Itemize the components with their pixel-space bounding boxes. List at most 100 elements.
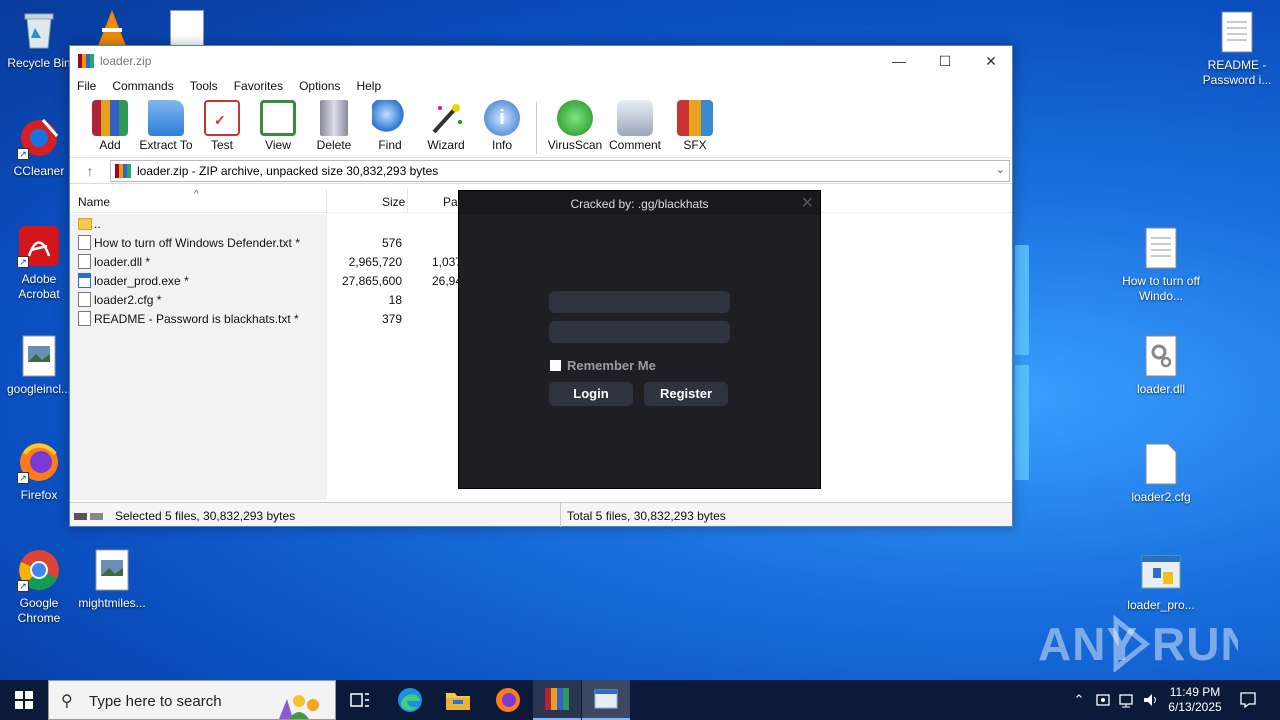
password-input[interactable] — [549, 321, 730, 343]
taskbar-firefox[interactable] — [484, 680, 532, 720]
file-row[interactable]: How to turn off Windows Defender.txt * 5… — [70, 233, 460, 252]
chevron-down-icon[interactable]: ⌄ — [996, 163, 1005, 176]
sfx-button[interactable]: SFX — [665, 100, 725, 152]
desktop-icon-google-chrome[interactable]: ↗ Google Chrome — [0, 548, 78, 626]
image-file-icon[interactable] — [170, 10, 204, 46]
desktop-icon-loader2-cfg[interactable]: loader2.cfg — [1122, 442, 1200, 505]
vlc-icon[interactable] — [92, 8, 132, 46]
menu-options[interactable]: Options — [299, 79, 340, 93]
acrobat-icon: ↗ — [17, 224, 61, 268]
remember-me-checkbox[interactable] — [550, 360, 561, 371]
bug-icon — [557, 100, 593, 136]
notifications-button[interactable] — [1234, 680, 1262, 720]
view-label: View — [265, 138, 291, 152]
column-size[interactable]: Size — [382, 195, 405, 209]
virusscan-button[interactable]: VirusScan — [545, 100, 605, 152]
app-window-icon — [594, 689, 618, 709]
up-arrow-icon[interactable]: ↑ — [70, 163, 110, 179]
security-icon[interactable] — [1092, 680, 1114, 720]
menu-file[interactable]: File — [77, 79, 96, 93]
volume-icon[interactable] — [1140, 680, 1162, 720]
exe-file-icon — [78, 273, 91, 288]
text-file-icon — [1139, 226, 1183, 270]
desktop-icon-adobe-acrobat[interactable]: ↗ Adobe Acrobat — [0, 224, 78, 302]
desktop-icon-firefox[interactable]: ↗ Firefox — [0, 440, 78, 503]
text-file-icon — [78, 235, 91, 250]
path-combobox[interactable]: loader.zip - ZIP archive, unpacked size … — [110, 159, 1010, 182]
network-icon[interactable] — [1116, 680, 1138, 720]
task-view-button[interactable] — [336, 680, 384, 720]
test-button[interactable]: ✓ Test — [194, 100, 250, 152]
clock-date: 6/13/2025 — [1168, 700, 1222, 714]
menu-commands[interactable]: Commands — [112, 79, 173, 93]
close-icon[interactable]: ✕ — [801, 193, 814, 213]
info-label: Info — [491, 138, 512, 152]
register-button[interactable]: Register — [644, 382, 728, 406]
taskbar-winrar[interactable] — [533, 680, 581, 720]
close-button[interactable]: ✕ — [968, 46, 1014, 76]
desktop-icon-loader-dll[interactable]: loader.dll — [1122, 334, 1200, 397]
file-name: loader.dll * — [94, 255, 151, 269]
login-button[interactable]: Login — [549, 382, 633, 406]
desktop-icon-loader-prod[interactable]: loader_pro... — [1122, 550, 1200, 613]
shortcut-arrow-icon: ↗ — [17, 256, 29, 268]
desktop-icon-googleincl[interactable]: googleincl... — [0, 334, 78, 397]
test-label: Test — [210, 138, 233, 152]
blank-file-icon — [78, 292, 91, 307]
desktop-icon-label: README - Password i... — [1202, 58, 1272, 87]
notification-icon — [1240, 692, 1256, 709]
desktop-icon-readme[interactable]: README - Password i... — [1198, 10, 1276, 88]
file-row[interactable]: loader2.cfg * 18 — [70, 290, 460, 309]
desktop-icon-label: googleincl... — [6, 382, 72, 396]
file-row[interactable]: loader.dll * 2,965,720 1,037 — [70, 252, 462, 271]
desktop-icon-label: Recycle Bin — [7, 56, 71, 70]
text-file-icon — [78, 311, 91, 326]
find-button[interactable]: Find — [362, 100, 418, 152]
desktop-icon-ccleaner[interactable]: ↗ CCleaner — [0, 116, 78, 179]
start-button[interactable] — [0, 680, 48, 720]
status-divider — [560, 503, 561, 527]
menu-help[interactable]: Help — [356, 79, 381, 93]
maximize-button[interactable]: ☐ — [922, 46, 968, 76]
title-bar[interactable]: loader.zip — [70, 46, 1012, 76]
taskbar-loader-app[interactable] — [582, 680, 630, 720]
image-file-icon — [17, 334, 61, 378]
window-title: loader.zip — [100, 54, 152, 68]
info-button[interactable]: i Info — [474, 100, 530, 152]
desktop-icon-recycle-bin[interactable]: Recycle Bin — [0, 8, 78, 71]
menu-favorites[interactable]: Favorites — [234, 79, 283, 93]
wizard-button[interactable]: Wizard — [418, 100, 474, 152]
column-name[interactable]: Name — [78, 195, 110, 209]
file-row[interactable]: loader_prod.exe * 27,865,600 26,945 — [70, 271, 469, 290]
firefox-icon — [496, 688, 520, 712]
show-hidden-icons-chevron[interactable]: ⌃ — [1068, 680, 1090, 720]
sfx-label: SFX — [683, 138, 707, 152]
loader-dialog[interactable]: Cracked by: .gg/blackhats ✕ Remember Me … — [458, 190, 821, 489]
username-input[interactable] — [549, 291, 730, 313]
add-button[interactable]: Add — [82, 100, 138, 152]
minimize-button[interactable]: — — [876, 46, 922, 76]
magnifier-icon — [372, 100, 408, 136]
column-divider[interactable] — [326, 189, 327, 213]
extract-to-button[interactable]: Extract To — [138, 100, 194, 152]
clock[interactable]: 11:49 PM 6/13/2025 — [1164, 680, 1226, 720]
taskbar-search[interactable]: ⚲ Type here to search — [48, 680, 336, 720]
desktop-icon-mightmiles[interactable]: mightmiles... — [73, 548, 151, 611]
delete-button[interactable]: Delete — [306, 100, 362, 152]
info-icon: i — [484, 100, 520, 136]
desktop-icon-label: loader2.cfg — [1131, 490, 1191, 504]
anyrun-watermark: ANY RUN — [1038, 608, 1254, 683]
taskbar-file-explorer[interactable] — [434, 680, 482, 720]
recycle-bin-icon — [17, 8, 61, 52]
taskbar-edge[interactable] — [386, 680, 434, 720]
file-row[interactable]: README - Password is blackhats.txt * 379 — [70, 309, 460, 328]
file-row-parent[interactable]: .. — [70, 214, 460, 233]
status-selected: Selected 5 files, 30,832,293 bytes — [115, 509, 296, 523]
status-bar: Selected 5 files, 30,832,293 bytes Total… — [70, 502, 1012, 527]
dll-file-icon — [1139, 334, 1183, 378]
column-divider[interactable] — [407, 189, 408, 213]
comment-button[interactable]: Comment — [605, 100, 665, 152]
desktop-icon-how-to-turn-off[interactable]: How to turn off Windo... — [1122, 226, 1200, 304]
view-button[interactable]: View — [250, 100, 306, 152]
menu-tools[interactable]: Tools — [190, 79, 218, 93]
